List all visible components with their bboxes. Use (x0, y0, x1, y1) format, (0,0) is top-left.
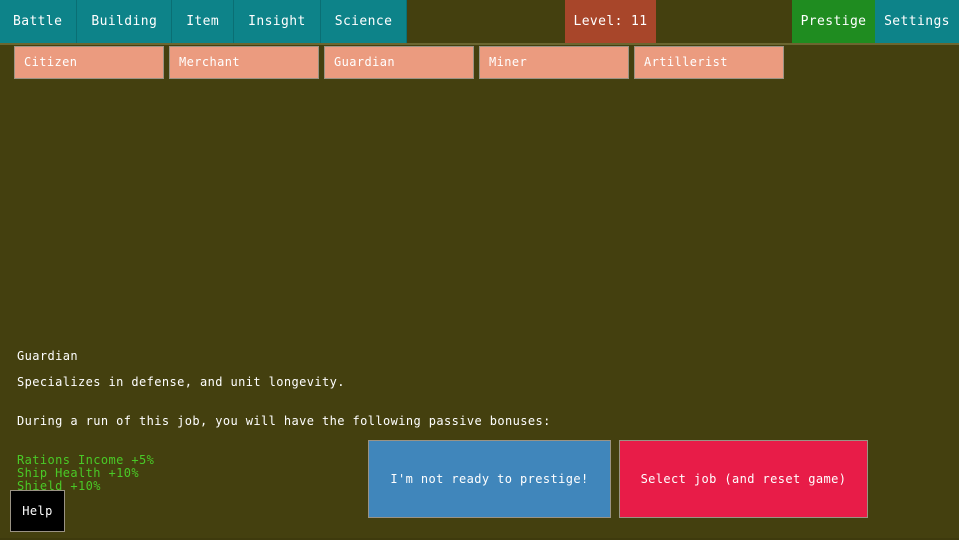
help-button[interactable]: Help (10, 490, 65, 532)
nav-tab-science[interactable]: Science (321, 0, 408, 43)
nav-underline-divider (0, 43, 959, 45)
job-tab-row: Citizen Merchant Guardian Miner Artiller… (0, 46, 959, 81)
job-bonus-intro: During a run of this job, you will have … (17, 415, 717, 428)
job-bonus-item: Shield +10% (17, 480, 717, 493)
job-tab-artillerist[interactable]: Artillerist (634, 46, 784, 79)
job-description-summary: Specializes in defense, and unit longevi… (17, 376, 717, 389)
job-tab-merchant[interactable]: Merchant (169, 46, 319, 79)
nav-right-group: Prestige Settings (792, 0, 959, 43)
nav-tab-building[interactable]: Building (77, 0, 172, 43)
desc-spacer-4 (17, 428, 717, 441)
nav-tab-prestige[interactable]: Prestige (792, 0, 875, 43)
job-tab-guardian[interactable]: Guardian (324, 46, 474, 79)
job-bonus-item: Ship Health +10% (17, 467, 717, 480)
nav-tab-battle[interactable]: Battle (0, 0, 77, 43)
job-tab-miner[interactable]: Miner (479, 46, 629, 79)
job-tab-citizen[interactable]: Citizen (14, 46, 164, 79)
nav-tab-group: Battle Building Item Insight Science (0, 0, 407, 43)
nav-tab-settings[interactable]: Settings (875, 0, 959, 43)
game-screen: Battle Building Item Insight Science Lev… (0, 0, 959, 540)
top-navigation-bar: Battle Building Item Insight Science Lev… (0, 0, 959, 43)
not-ready-to-prestige-button[interactable]: I'm not ready to prestige! (368, 440, 611, 518)
job-description-name: Guardian (17, 350, 717, 363)
select-job-reset-game-button[interactable]: Select job (and reset game) (619, 440, 868, 518)
job-description-panel: Guardian Specializes in defense, and uni… (17, 350, 717, 493)
level-badge: Level: 11 (565, 0, 656, 43)
nav-tab-item[interactable]: Item (172, 0, 234, 43)
desc-spacer-2 (17, 389, 717, 402)
nav-tab-insight[interactable]: Insight (234, 0, 321, 43)
